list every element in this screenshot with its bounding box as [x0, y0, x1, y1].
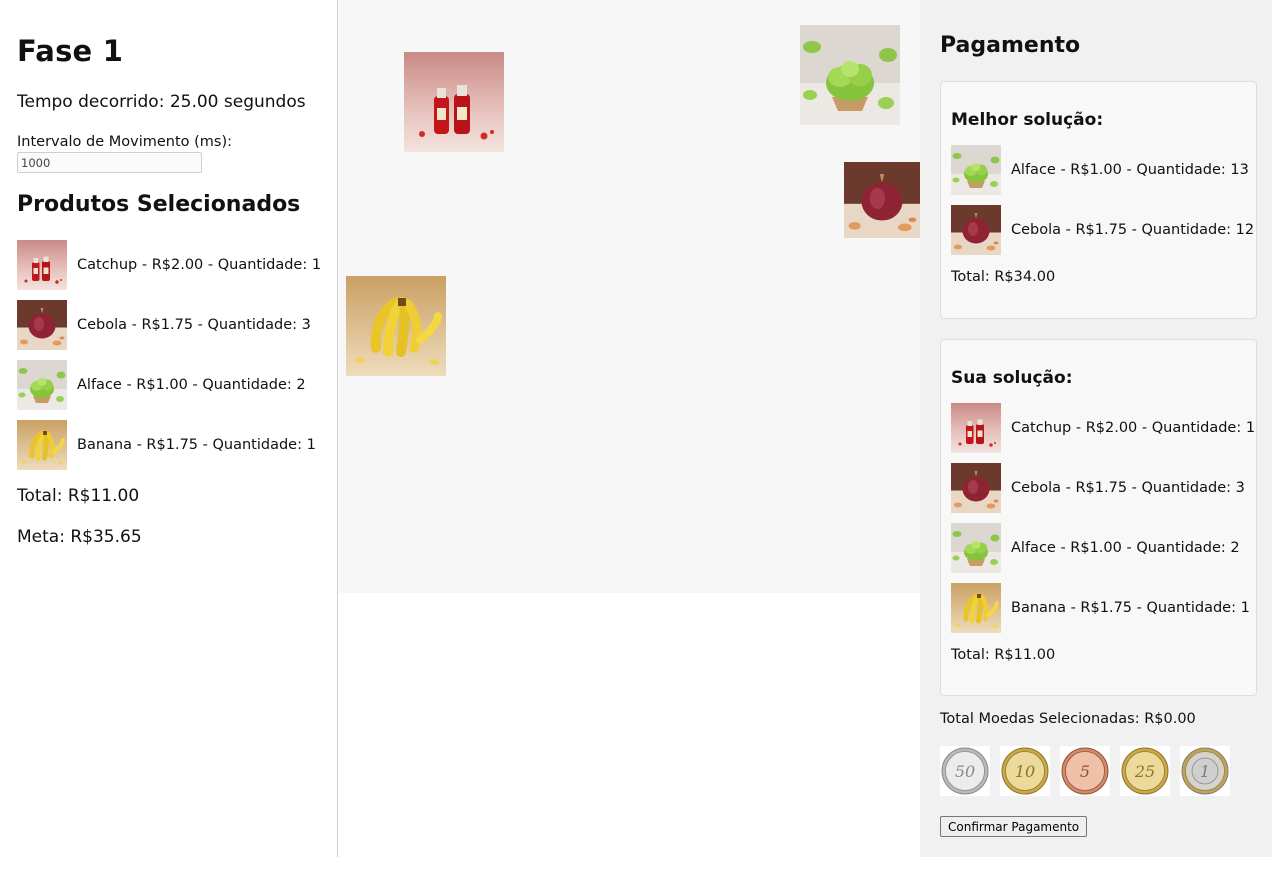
confirm-payment-button[interactable]: Confirmar Pagamento	[940, 816, 1088, 837]
item-label: Cebola - R$1.75 - Quantidade: 3	[1011, 480, 1245, 496]
coins-row: 50 10 5 25 1	[940, 746, 1240, 796]
item-label: Alface - R$1.00 - Quantidade: 13	[1011, 162, 1249, 178]
list-item: Alface - R$1.00 - Quantidade: 2	[17, 360, 321, 410]
item-label: Catchup - R$2.00 - Quantidade: 1	[77, 257, 322, 273]
coin-1-real-icon[interactable]: 1	[1180, 746, 1230, 796]
goal-amount: Meta: R$35.65	[17, 527, 142, 547]
coin-5-icon[interactable]: 5	[1060, 746, 1110, 796]
item-label: Alface - R$1.00 - Quantidade: 2	[77, 377, 306, 393]
banana-image	[17, 420, 67, 470]
interval-input[interactable]	[17, 152, 202, 173]
item-label: Cebola - R$1.75 - Quantidade: 12	[1011, 222, 1255, 238]
selected-products-heading: Produtos Selecionados	[17, 192, 301, 217]
coin-10-icon[interactable]: 10	[1000, 746, 1050, 796]
best-solution-heading: Melhor solução:	[951, 110, 1104, 130]
coin-50-icon[interactable]: 50	[940, 746, 990, 796]
left-panel: Fase 1 Tempo decorrido: 25.00 segundos I…	[0, 0, 338, 857]
payment-heading: Pagamento	[940, 33, 1081, 58]
list-item: Alface - R$1.00 - Quantidade: 13	[951, 145, 1249, 195]
svg-text:5: 5	[1080, 762, 1090, 781]
ketchup-image	[951, 403, 1001, 453]
svg-text:10: 10	[1015, 762, 1035, 781]
interval-label: Intervalo de Movimento (ms):	[17, 134, 233, 150]
elapsed-time: Tempo decorrido: 25.00 segundos	[17, 92, 306, 112]
list-item: Cebola - R$1.75 - Quantidade: 3	[17, 300, 321, 350]
list-item: Banana - R$1.75 - Quantidade: 1	[951, 583, 1250, 633]
svg-text:50: 50	[955, 762, 975, 781]
item-label: Alface - R$1.00 - Quantidade: 2	[1011, 540, 1240, 556]
lettuce-image	[17, 360, 67, 410]
selected-products-list: Catchup - R$2.00 - Quantidade: 1 Cebola …	[17, 240, 321, 480]
lettuce-image[interactable]	[800, 25, 900, 125]
item-label: Cebola - R$1.75 - Quantidade: 3	[77, 317, 311, 333]
onion-image[interactable]	[844, 150, 920, 250]
your-solution-heading: Sua solução:	[951, 368, 1073, 388]
best-solution-box: Melhor solução: Alface - R$1.00 - Quanti…	[940, 81, 1257, 319]
onion-image	[951, 463, 1001, 513]
item-label: Banana - R$1.75 - Quantidade: 1	[1011, 600, 1250, 616]
coin-25-icon[interactable]: 25	[1120, 746, 1170, 796]
banana-image	[951, 583, 1001, 633]
ketchup-image	[17, 240, 67, 290]
ketchup-image[interactable]	[404, 52, 504, 152]
svg-text:1: 1	[1200, 762, 1210, 781]
coins-total: Total Moedas Selecionadas: R$0.00	[940, 711, 1196, 727]
selected-total: Total: R$11.00	[17, 486, 140, 506]
lettuce-image	[951, 523, 1001, 573]
item-label: Catchup - R$2.00 - Quantidade: 1	[1011, 420, 1256, 436]
best-solution-total: Total: R$34.00	[951, 269, 1056, 285]
onion-image	[17, 300, 67, 350]
banana-image[interactable]	[346, 276, 446, 376]
game-area	[339, 0, 920, 593]
list-item: Catchup - R$2.00 - Quantidade: 1	[17, 240, 321, 290]
list-item: Cebola - R$1.75 - Quantidade: 12	[951, 205, 1254, 255]
list-item: Catchup - R$2.00 - Quantidade: 1	[951, 403, 1255, 453]
level-title: Fase 1	[17, 34, 124, 68]
your-solution-box: Sua solução: Catchup - R$2.00 - Quantida…	[940, 339, 1257, 696]
your-solution-total: Total: R$11.00	[951, 647, 1056, 663]
item-label: Banana - R$1.75 - Quantidade: 1	[77, 437, 316, 453]
lettuce-image	[951, 145, 1001, 195]
payment-panel: Pagamento Melhor solução: Alface - R$1.0…	[920, 0, 1272, 857]
list-item: Banana - R$1.75 - Quantidade: 1	[17, 420, 321, 470]
list-item: Alface - R$1.00 - Quantidade: 2	[951, 523, 1246, 573]
onion-image	[951, 205, 1001, 255]
list-item: Cebola - R$1.75 - Quantidade: 3	[951, 463, 1246, 513]
svg-text:25: 25	[1134, 762, 1155, 781]
